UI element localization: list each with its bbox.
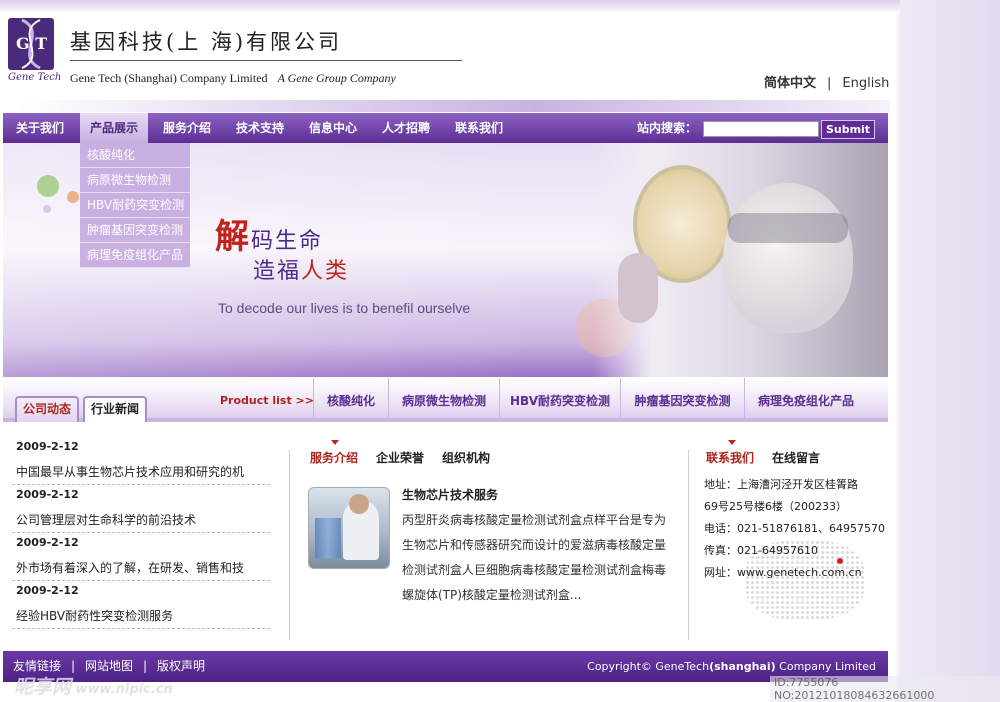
language-switcher: 简体中文 | English xyxy=(764,72,889,91)
hand-shape xyxy=(618,253,658,323)
products-dropdown: 核酸纯化 病原微生物检测 HBV耐药突变检测 肿瘤基因突变检测 病理免疫组化产品 xyxy=(80,143,190,268)
slogan-line2-a: 造福 xyxy=(253,259,302,284)
banner-english-slogan: To decode our lives is to benefil oursel… xyxy=(218,300,471,316)
company-tagline: A Gene Group Company xyxy=(277,71,396,85)
scientist-face xyxy=(723,183,853,333)
search-submit-button[interactable]: Submit xyxy=(821,120,875,139)
nav-item-about[interactable]: 关于我们 xyxy=(3,113,77,143)
contact-phone: 电话：021-51876181、64957570 xyxy=(704,522,885,535)
product-link-hbv-mutation[interactable]: HBV耐药突变检测 xyxy=(499,378,620,418)
service-line: 丙型肝炎病毒核酸定量检测试剂盒点样平台是专为 xyxy=(402,513,667,527)
lang-chinese-link[interactable]: 简体中文 xyxy=(764,76,816,91)
product-link-pathogen-detection[interactable]: 病原微生物检测 xyxy=(388,378,499,418)
news-divider xyxy=(12,532,270,533)
lab-bottles-icon xyxy=(315,518,341,558)
active-tab-caret-icon xyxy=(331,440,339,445)
header-band xyxy=(0,100,890,112)
tab-honors[interactable]: 企业荣誉 xyxy=(376,451,424,465)
product-list-label[interactable]: Product list >> xyxy=(220,394,314,407)
tab-contact-us[interactable]: 联系我们 xyxy=(706,451,754,465)
company-name-en: Gene Tech (Shanghai) Company Limited A Ge… xyxy=(70,71,396,86)
company-logo[interactable]: G T Gene Tech xyxy=(8,18,62,88)
search-input[interactable] xyxy=(703,121,819,137)
news-divider xyxy=(12,580,270,581)
logo-letters: G T xyxy=(16,34,48,53)
news-date: 2009-2-12 xyxy=(16,488,79,501)
decor-dot-icon xyxy=(67,191,79,203)
dropdown-item-pathology-ihc[interactable]: 病理免疫组化产品 xyxy=(80,243,190,268)
company-name-cn: 基因科技(上 海)有限公司 xyxy=(70,30,343,54)
news-title-link[interactable]: 外市场有着深入的了解，在研发、销售和技 xyxy=(16,559,270,576)
banner-slogan-1: 解码生命 xyxy=(215,209,323,258)
goggles-icon xyxy=(728,213,848,243)
lab-head-icon xyxy=(349,494,369,514)
contact-tabs: 联系我们 在线留言 xyxy=(706,449,838,466)
contact-address: 地址：上海漕河泾开发区桂箐路 xyxy=(704,478,858,491)
slogan-big-char: 解 xyxy=(215,217,251,257)
nav-item-services[interactable]: 服务介绍 xyxy=(153,113,221,143)
service-line: 检测试剂盒人巨细胞病毒核酸定量检测试剂盒梅毒 xyxy=(402,563,667,577)
product-link-tumor-gene[interactable]: 肿瘤基因突变检测 xyxy=(620,378,744,418)
nav-item-products[interactable]: 产品展示 xyxy=(80,113,148,143)
contact-fax: 传真：021-64957610 xyxy=(704,544,818,557)
page: G T Gene Tech 基因科技(上 海)有限公司 Gene Tech (S… xyxy=(0,0,890,702)
news-title-link[interactable]: 经验HBV耐药性突变检测服务 xyxy=(16,607,270,624)
nav-item-info[interactable]: 信息中心 xyxy=(299,113,367,143)
logo-caption: Gene Tech xyxy=(8,72,62,83)
column-divider xyxy=(688,450,689,640)
watermark-brand: 昵享网 www.nipic.cn xyxy=(14,672,173,699)
dropdown-item-pathogen-detection[interactable]: 病原微生物检测 xyxy=(80,168,190,193)
service-line: 螺旋体(TP)核酸定量检测试剂盒... xyxy=(402,588,582,602)
banner-slogan-2: 造福人类 xyxy=(253,253,349,285)
lang-english-link[interactable]: English xyxy=(842,76,889,91)
slogan-line2-b: 人类 xyxy=(301,259,350,284)
service-tabs: 服务介绍 企业荣誉 组织机构 xyxy=(310,449,508,466)
news-date: 2009-2-12 xyxy=(16,440,79,453)
dropdown-item-nucleic-purification[interactable]: 核酸纯化 xyxy=(80,143,190,168)
contact-website[interactable]: 网址：www.genetech.com.cn xyxy=(704,564,862,580)
nav-item-support[interactable]: 技术支持 xyxy=(226,113,294,143)
dropdown-item-hbv-mutation[interactable]: HBV耐药突变检测 xyxy=(80,193,190,218)
dropdown-item-tumor-gene[interactable]: 肿瘤基因突变检测 xyxy=(80,218,190,243)
tab-service-intro[interactable]: 服务介绍 xyxy=(310,451,358,465)
company-name-en-text: Gene Tech (Shanghai) Company Limited xyxy=(70,71,268,85)
news-date: 2009-2-12 xyxy=(16,584,79,597)
service-line: 生物芯片和传感器研究而设计的爱滋病毒核酸定量 xyxy=(402,538,667,552)
active-tab-caret-icon xyxy=(728,440,736,445)
watermark-url: www.nipic.cn xyxy=(71,682,173,697)
watermark-id: ID:7755076 NO:20121018084632661000 xyxy=(770,676,1000,702)
news-title-link[interactable]: 中国最早从事生物芯片技术应用和研究的机 xyxy=(16,463,270,480)
decor-dot-icon xyxy=(43,205,51,213)
main-nav: 关于我们 产品展示 服务介绍 技术支持 信息中心 人才招聘 联系我们 站内搜索：… xyxy=(3,113,888,143)
news-date: 2009-2-12 xyxy=(16,536,79,549)
news-divider xyxy=(12,484,270,485)
service-description: 丙型肝炎病毒核酸定量检测试剂盒点样平台是专为 生物芯片和传感器研究而设计的爱滋病… xyxy=(402,508,672,608)
lang-separator: | xyxy=(827,76,832,91)
tab-organization[interactable]: 组织机构 xyxy=(442,451,490,465)
contact-address-2: 69号25号楼6楼（200233） xyxy=(704,500,847,513)
tab-company-news[interactable]: 公司动态 xyxy=(15,396,80,422)
nav-item-contact[interactable]: 联系我们 xyxy=(445,113,513,143)
product-link-pathology-ihc[interactable]: 病理免疫组化产品 xyxy=(744,378,867,418)
product-list-bar: 公司动态 行业新闻 Product list >> 核酸纯化 病原微生物检测 H… xyxy=(3,378,888,422)
copyright-b: (shanghai) xyxy=(709,660,776,673)
copyright-c: Company Limited xyxy=(775,660,876,673)
decor-dot-icon xyxy=(37,175,59,197)
column-divider xyxy=(289,450,290,640)
scientist-photo xyxy=(593,143,888,377)
search-label: 站内搜索： xyxy=(637,121,698,135)
tab-industry-news[interactable]: 行业新闻 xyxy=(83,396,148,422)
news-divider xyxy=(12,628,270,629)
nav-item-careers[interactable]: 人才招聘 xyxy=(372,113,440,143)
slogan-line1-rest: 码生命 xyxy=(251,229,324,254)
tab-online-message[interactable]: 在线留言 xyxy=(772,451,820,465)
service-title[interactable]: 生物芯片技术服务 xyxy=(402,486,498,503)
copyright-a: Copyright© GeneTech xyxy=(587,660,710,673)
header-divider xyxy=(70,60,462,61)
product-link-nucleic-purification[interactable]: 核酸纯化 xyxy=(313,378,388,418)
service-thumbnail[interactable] xyxy=(308,487,390,569)
news-title-link[interactable]: 公司管理层对生命科学的前沿技术 xyxy=(16,511,270,528)
watermark-brand-text: 昵享网 xyxy=(14,676,72,698)
logo-dna-icon: G T xyxy=(8,18,54,70)
